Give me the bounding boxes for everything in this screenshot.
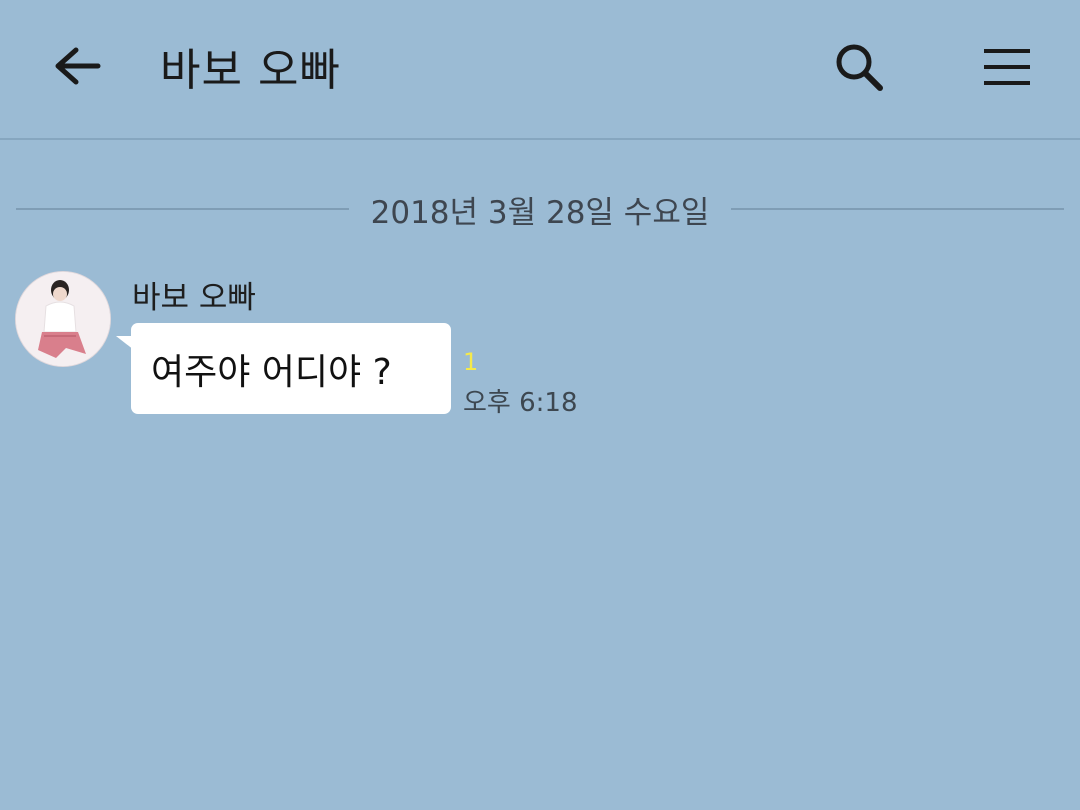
chat-title: 바보 오빠 [160,45,341,96]
back-button[interactable] [50,38,106,94]
search-button[interactable] [830,38,888,96]
avatar[interactable] [15,271,111,367]
search-icon [836,44,883,91]
message-time: 오후 6:18 [463,388,578,418]
message-text: 여주야 어디야 ? [151,351,392,393]
hamburger-menu-icon [984,49,1030,85]
profile-photo [16,272,110,366]
date-label: 2018년 3월 28일 수요일 [370,194,710,231]
date-divider: 2018년 3월 28일 수요일 [16,186,1064,232]
chat-header: 바보 오빠 [0,0,1080,140]
divider-line [16,208,349,210]
unread-count: 1 [463,348,479,376]
menu-button[interactable] [978,38,1036,96]
message-bubble[interactable]: 여주야 어디야 ? [131,323,451,414]
arrow-left-icon [55,47,101,85]
sender-name: 바보 오빠 [132,280,256,316]
divider-line [731,208,1064,210]
